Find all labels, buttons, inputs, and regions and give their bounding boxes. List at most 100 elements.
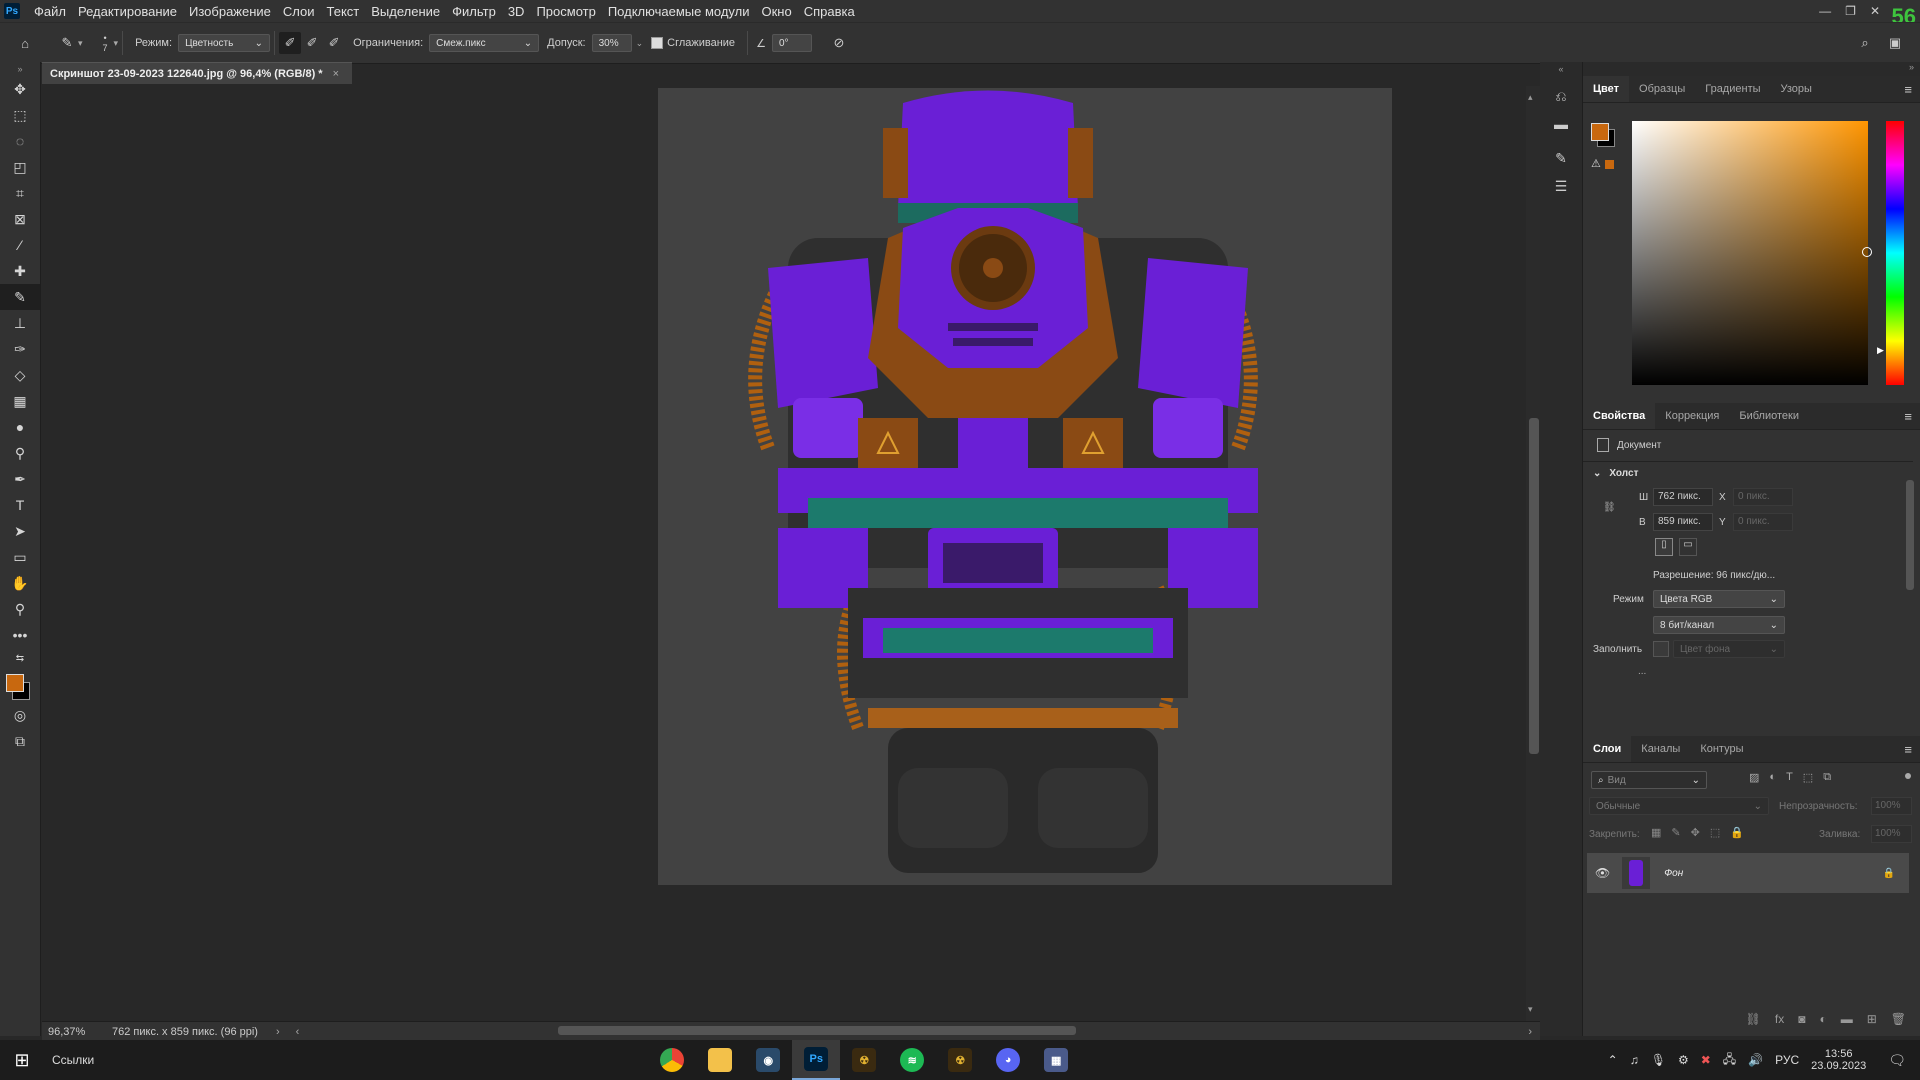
width-input[interactable]: 762 пикс. (1653, 488, 1713, 506)
fx-icon[interactable]: fx (1775, 1012, 1784, 1026)
canvas-section-header[interactable]: ⌄ Холст (1593, 468, 1638, 479)
headphones-icon[interactable]: ♫ (1630, 1053, 1639, 1067)
new-layer-icon[interactable]: ⊞ (1867, 1012, 1877, 1026)
tab-gradients[interactable]: Градиенты (1695, 76, 1770, 102)
type-tool-icon[interactable]: T (0, 492, 40, 518)
object-select-tool-icon[interactable]: ◰ (0, 154, 40, 180)
menu-edit[interactable]: Редактирование (72, 4, 183, 19)
taskbar-discord[interactable]: ◕ (984, 1040, 1032, 1080)
crop-tool-icon[interactable]: ⌗ (0, 180, 40, 206)
taskbar-game-2[interactable]: ☢ (936, 1040, 984, 1080)
gamut-warning-icon[interactable]: ⚠ (1591, 157, 1601, 170)
taskbar-game-1[interactable]: ☢ (840, 1040, 888, 1080)
taskbar-links[interactable]: Ссылки (52, 1053, 94, 1067)
gamut-swatch[interactable] (1605, 160, 1614, 169)
portrait-orientation-icon[interactable]: ▯ (1655, 538, 1673, 556)
collapse-icon[interactable]: « (1540, 62, 1582, 76)
settings-tray-icon[interactable]: ⚙ (1678, 1053, 1689, 1067)
fg-color-swatch[interactable] (1591, 123, 1609, 141)
tab-paths[interactable]: Контуры (1690, 736, 1753, 762)
restore-icon[interactable]: ❐ (1845, 4, 1856, 18)
move-tool-icon[interactable]: ✥ (0, 76, 40, 102)
fill-input[interactable]: 100% (1871, 825, 1912, 843)
shape-filter-icon[interactable]: ⬚ (1803, 771, 1813, 784)
menu-window[interactable]: Окно (755, 4, 797, 19)
antialias-checkbox[interactable] (651, 37, 664, 49)
horizontal-scroll-thumb[interactable] (558, 1026, 1076, 1035)
panel-menu-icon[interactable]: ≡ (1904, 742, 1912, 757)
tab-channels[interactable]: Каналы (1631, 736, 1690, 762)
stamp-tool-icon[interactable]: ⊥ (0, 310, 40, 336)
pressure-icon[interactable]: ⊘ (828, 32, 850, 54)
new-adjustment-icon[interactable]: ◐ (1819, 1012, 1826, 1026)
eyedropper-tool-icon[interactable]: ⁄ (0, 232, 40, 258)
landscape-orientation-icon[interactable]: ▭ (1679, 538, 1697, 556)
clock[interactable]: 13:56 23.09.2023 (1811, 1048, 1866, 1072)
sampling-continuous-icon[interactable]: ✐ (279, 32, 302, 54)
document-canvas[interactable] (658, 88, 1392, 885)
volume-icon[interactable]: 🔊 (1748, 1053, 1763, 1067)
chevron-right-icon[interactable]: › (276, 1026, 280, 1038)
chevron-down-icon[interactable]: ▾ (78, 38, 83, 49)
microphone-icon[interactable]: 🎙 (1651, 1053, 1666, 1067)
menu-layers[interactable]: Слои (277, 4, 321, 19)
sampling-once-icon[interactable]: ✐ (301, 32, 323, 54)
menu-3d[interactable]: 3D (502, 4, 531, 19)
tab-libraries[interactable]: Библиотеки (1729, 403, 1809, 429)
blur-tool-icon[interactable]: ● (0, 414, 40, 440)
menu-help[interactable]: Справка (798, 4, 861, 19)
type-filter-icon[interactable]: T (1786, 771, 1793, 784)
nvidia-tray-icon[interactable]: ✖ (1701, 1053, 1711, 1067)
tab-layers[interactable]: Слои (1583, 736, 1632, 762)
layer-filter-select[interactable]: ⌕ Вид ⌄ (1591, 771, 1707, 789)
adjustment-filter-icon[interactable]: ◐ (1769, 771, 1776, 784)
link-layers-icon[interactable]: ⛓ (1746, 1012, 1761, 1026)
taskbar-chrome[interactable] (648, 1040, 696, 1080)
frame-tool-icon[interactable]: ⊠ (0, 206, 40, 232)
sampling-background-icon[interactable]: ✐ (323, 32, 345, 54)
menu-file[interactable]: Файл (28, 4, 72, 19)
link-icon[interactable]: ⛓ (1603, 502, 1616, 513)
minimize-icon[interactable]: — (1819, 4, 1831, 18)
angle-input[interactable]: 0° (771, 34, 812, 52)
tab-patterns[interactable]: Узоры (1771, 76, 1822, 102)
zoom-tool-icon[interactable]: ⚲ (0, 596, 40, 622)
more-tools-icon[interactable]: ••• (0, 622, 40, 648)
lock-artboard-icon[interactable]: ⬚ (1710, 826, 1720, 839)
quick-mask-icon[interactable]: ◎ (0, 702, 40, 728)
hue-slider-arrow-icon[interactable]: ▶ (1877, 345, 1884, 356)
y-input[interactable]: 0 пикс. (1733, 513, 1793, 531)
close-tab-icon[interactable]: × (333, 68, 339, 80)
taskbar-explorer[interactable] (696, 1040, 744, 1080)
visibility-eye-icon[interactable]: 👁 (1595, 866, 1610, 880)
color-field[interactable] (1632, 121, 1872, 385)
properties-scroll-thumb[interactable] (1906, 480, 1914, 590)
history-icon[interactable]: ⎌ (1540, 82, 1582, 110)
panel-menu-icon[interactable]: ≡ (1904, 82, 1912, 97)
healing-brush-tool-icon[interactable]: ✚ (0, 258, 40, 284)
home-icon[interactable]: ⌂ (14, 32, 36, 54)
notifications-icon[interactable]: 🗨 (1888, 1052, 1906, 1069)
photoshop-logo[interactable]: Ps (4, 3, 20, 19)
smart-filter-icon[interactable]: ⧉ (1823, 771, 1831, 784)
panel-menu-icon[interactable]: ≡ (1904, 409, 1912, 424)
menu-text[interactable]: Текст (321, 4, 366, 19)
lasso-tool-icon[interactable]: ◌ (0, 128, 40, 154)
brush-size-picker[interactable]: • 7 (103, 33, 108, 53)
history-brush-tool-icon[interactable]: ✑ (0, 336, 40, 362)
tab-color[interactable]: Цвет (1583, 76, 1630, 102)
comments-icon[interactable]: ▬ (1540, 110, 1582, 138)
scroll-left-icon[interactable]: ‹ (296, 1026, 300, 1038)
x-input[interactable]: 0 пикс. (1733, 488, 1793, 506)
chevron-down-icon[interactable]: ⌄ (636, 38, 644, 49)
taskbar-spotify[interactable]: ≋ (888, 1040, 936, 1080)
marquee-tool-icon[interactable]: ⬚ (0, 102, 40, 128)
taskbar-photoshop[interactable]: Ps (792, 1040, 841, 1080)
pen-tool-icon[interactable]: ✒ (0, 466, 40, 492)
language-indicator[interactable]: РУС (1775, 1053, 1799, 1067)
adjustments-icon[interactable]: ☰ (1540, 172, 1582, 200)
color-replacement-tool-icon[interactable]: ✎ (56, 32, 78, 54)
layer-row[interactable]: 👁 Фон 🔒 (1587, 853, 1909, 893)
new-group-icon[interactable]: ▬ (1841, 1012, 1853, 1026)
network-icon[interactable]: 🖧 (1723, 1050, 1736, 1071)
